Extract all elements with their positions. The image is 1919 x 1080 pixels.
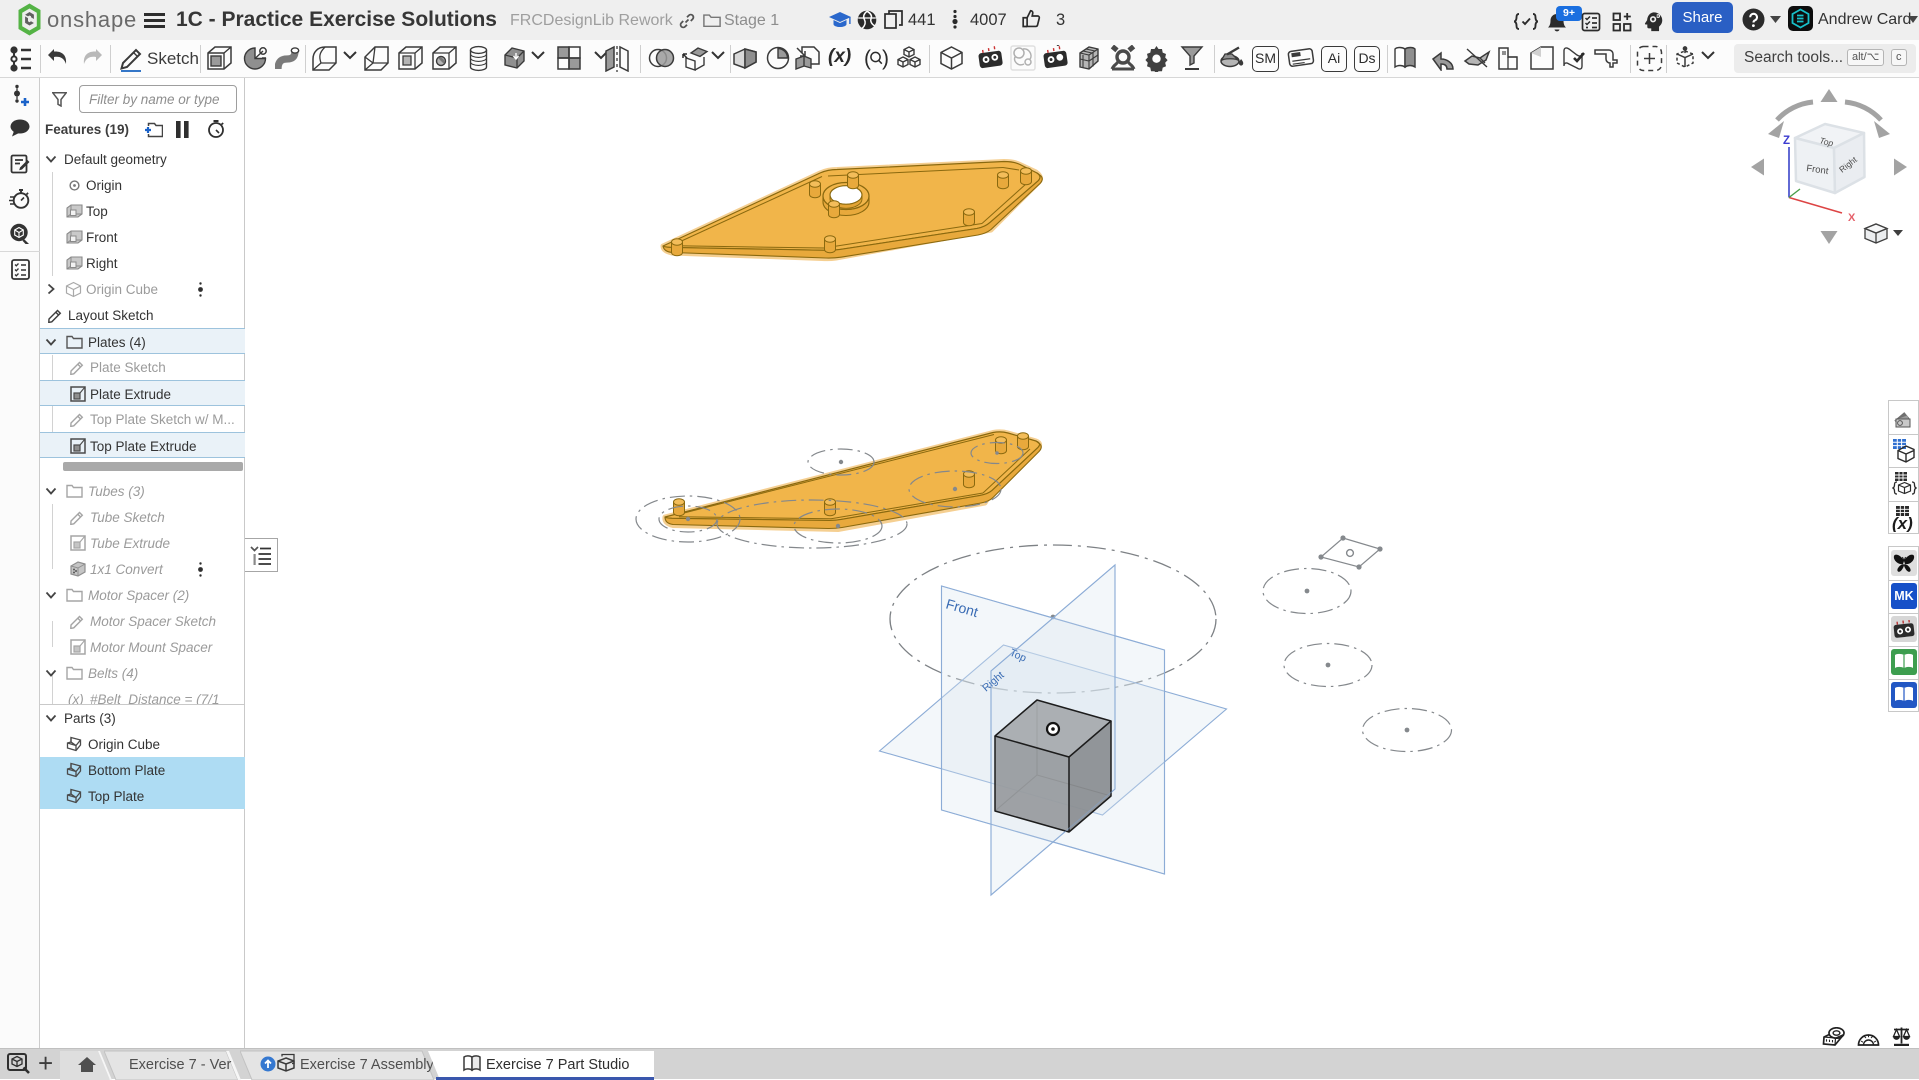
svg-text:Z: Z xyxy=(1783,135,1790,147)
svg-text:): ) xyxy=(882,47,889,70)
svg-text:(: ( xyxy=(864,47,871,70)
svg-text:Exercise 7 Part Studio: Exercise 7 Part Studio xyxy=(486,1057,629,1073)
svg-text:X: X xyxy=(1848,212,1856,224)
svg-text:Exercise 7 Assembly: Exercise 7 Assembly xyxy=(300,1057,435,1073)
svg-text:(x): (x) xyxy=(1892,514,1913,532)
svg-text:Exercise 7 - Ver: Exercise 7 - Ver xyxy=(129,1057,232,1073)
